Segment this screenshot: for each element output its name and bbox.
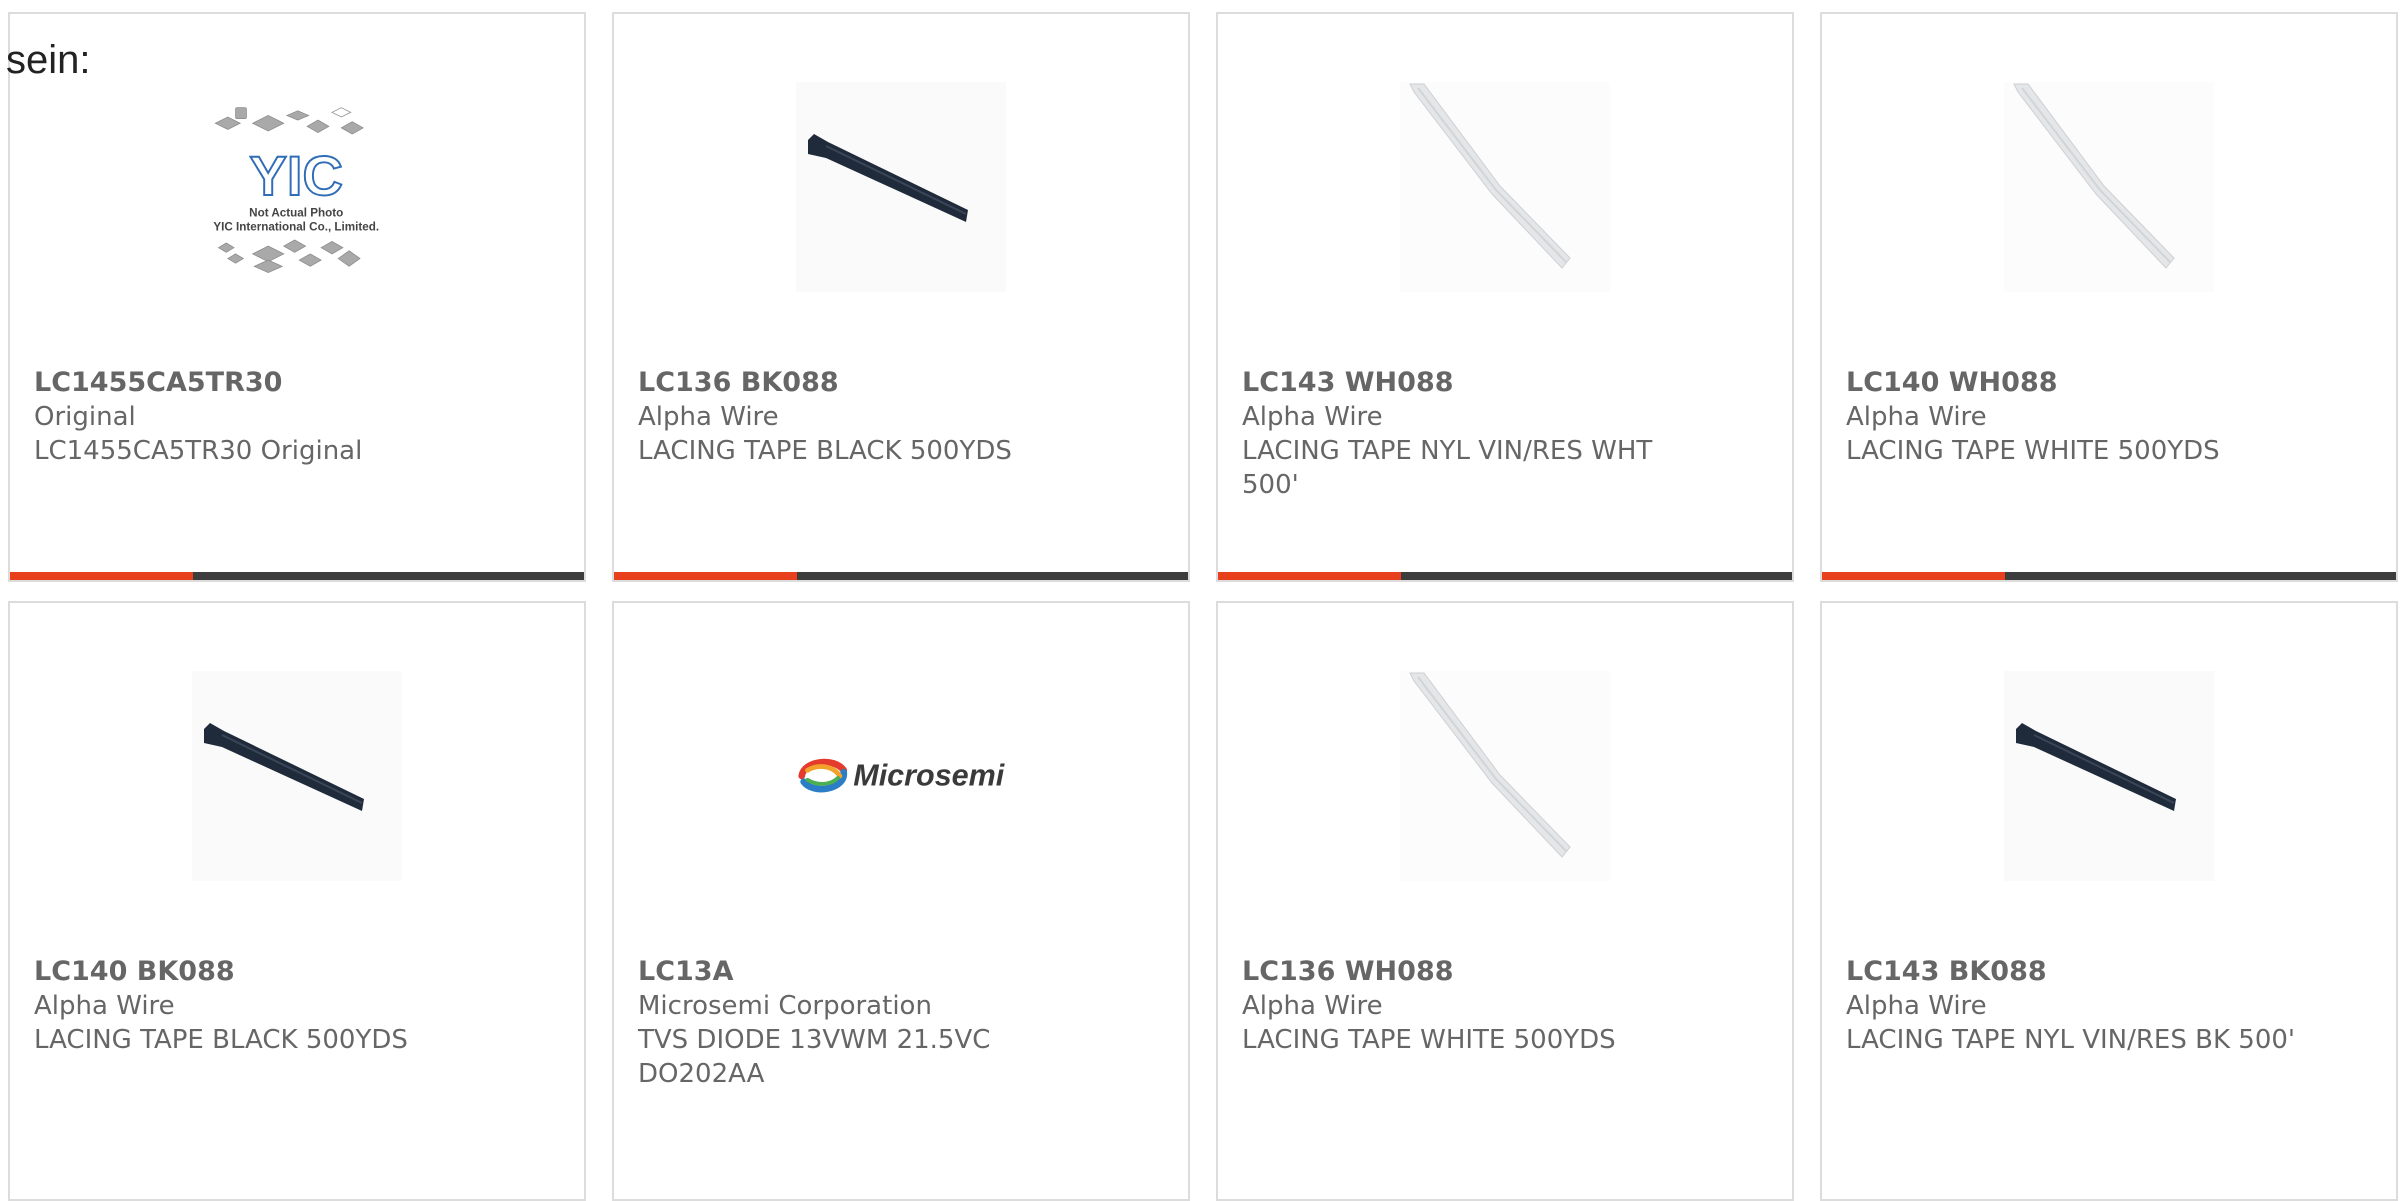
- product-card[interactable]: LC136 BK088 Alpha Wire LACING TAPE BLACK…: [612, 12, 1190, 582]
- part-number[interactable]: LC143 WH088: [1242, 366, 1454, 400]
- product-image[interactable]: [192, 671, 402, 881]
- product-card[interactable]: LC136 WH088 Alpha Wire LACING TAPE WHITE…: [1216, 601, 1794, 1201]
- product-image[interactable]: [2004, 82, 2214, 292]
- product-card[interactable]: LC140 BK088 Alpha Wire LACING TAPE BLACK…: [8, 601, 586, 1201]
- svg-text:YIC International Co., Limited: YIC International Co., Limited.: [213, 221, 379, 234]
- black-tape-image: [796, 82, 1006, 292]
- manufacturer: Microsemi Corporation: [638, 991, 932, 1021]
- microsemi-logo-text: Microsemi: [853, 759, 1005, 793]
- manufacturer: Alpha Wire: [1846, 402, 1987, 432]
- product-card[interactable]: LC140 WH088 Alpha Wire LACING TAPE WHITE…: [1820, 12, 2398, 582]
- product-card[interactable]: YIC Not Actual Photo YIC International C…: [8, 12, 586, 582]
- description: LACING TAPE WHITE 500YDS: [1846, 436, 2220, 466]
- card-accent-bar: [1822, 572, 2396, 580]
- part-number[interactable]: LC140 WH088: [1846, 366, 2058, 400]
- manufacturer: Original: [34, 402, 136, 432]
- manufacturer: Alpha Wire: [1846, 991, 1987, 1021]
- microsemi-swirl-icon: [798, 758, 848, 793]
- part-number[interactable]: LC136 BK088: [638, 366, 839, 400]
- manufacturer: Alpha Wire: [638, 402, 779, 432]
- card-accent-bar: [10, 572, 584, 580]
- description: LACING TAPE WHITE 500YDS: [1242, 1025, 1616, 1055]
- white-tape-image: [1400, 671, 1610, 881]
- card-accent-bar: [614, 572, 1188, 580]
- yic-logo-text: YIC: [250, 144, 343, 207]
- product-image[interactable]: Microsemi: [796, 671, 1006, 881]
- product-card[interactable]: Microsemi LC13A Microsemi Corporation TV…: [612, 601, 1190, 1201]
- description: LC1455CA5TR30 Original: [34, 436, 363, 466]
- product-image[interactable]: [1400, 82, 1610, 292]
- black-tape-image: [192, 671, 402, 881]
- part-number[interactable]: LC1455CA5TR30: [34, 366, 282, 400]
- part-number[interactable]: LC13A: [638, 955, 734, 989]
- white-tape-image: [2004, 82, 2214, 292]
- description: LACING TAPE NYL VIN/RES WHT 500': [1242, 436, 1653, 500]
- description: LACING TAPE BLACK 500YDS: [34, 1025, 408, 1055]
- part-number[interactable]: LC143 BK088: [1846, 955, 2047, 989]
- description: LACING TAPE BLACK 500YDS: [638, 436, 1012, 466]
- microsemi-logo-image: Microsemi: [798, 758, 1005, 793]
- card-accent-bar: [1218, 572, 1792, 580]
- manufacturer: Alpha Wire: [1242, 402, 1383, 432]
- manufacturer: Alpha Wire: [1242, 991, 1383, 1021]
- product-image[interactable]: [1400, 671, 1610, 881]
- product-card[interactable]: LC143 WH088 Alpha Wire LACING TAPE NYL V…: [1216, 12, 1794, 582]
- manufacturer: Alpha Wire: [34, 991, 175, 1021]
- white-tape-image: [1400, 82, 1610, 292]
- description: LACING TAPE NYL VIN/RES BK 500': [1846, 1025, 2296, 1055]
- svg-text:Not Actual Photo: Not Actual Photo: [249, 207, 343, 220]
- product-image[interactable]: [2004, 671, 2214, 881]
- description: TVS DIODE 13VWM 21.5VC DO202AA: [638, 1025, 991, 1089]
- product-image[interactable]: [796, 82, 1006, 292]
- part-number[interactable]: LC140 BK088: [34, 955, 235, 989]
- product-card[interactable]: LC143 BK088 Alpha Wire LACING TAPE NYL V…: [1820, 601, 2398, 1201]
- section-heading: sein:: [6, 38, 91, 82]
- product-image[interactable]: YIC Not Actual Photo YIC International C…: [192, 82, 402, 292]
- yic-placeholder-image: YIC Not Actual Photo YIC International C…: [213, 107, 379, 273]
- part-number[interactable]: LC136 WH088: [1242, 955, 1454, 989]
- black-tape-image: [2004, 671, 2214, 881]
